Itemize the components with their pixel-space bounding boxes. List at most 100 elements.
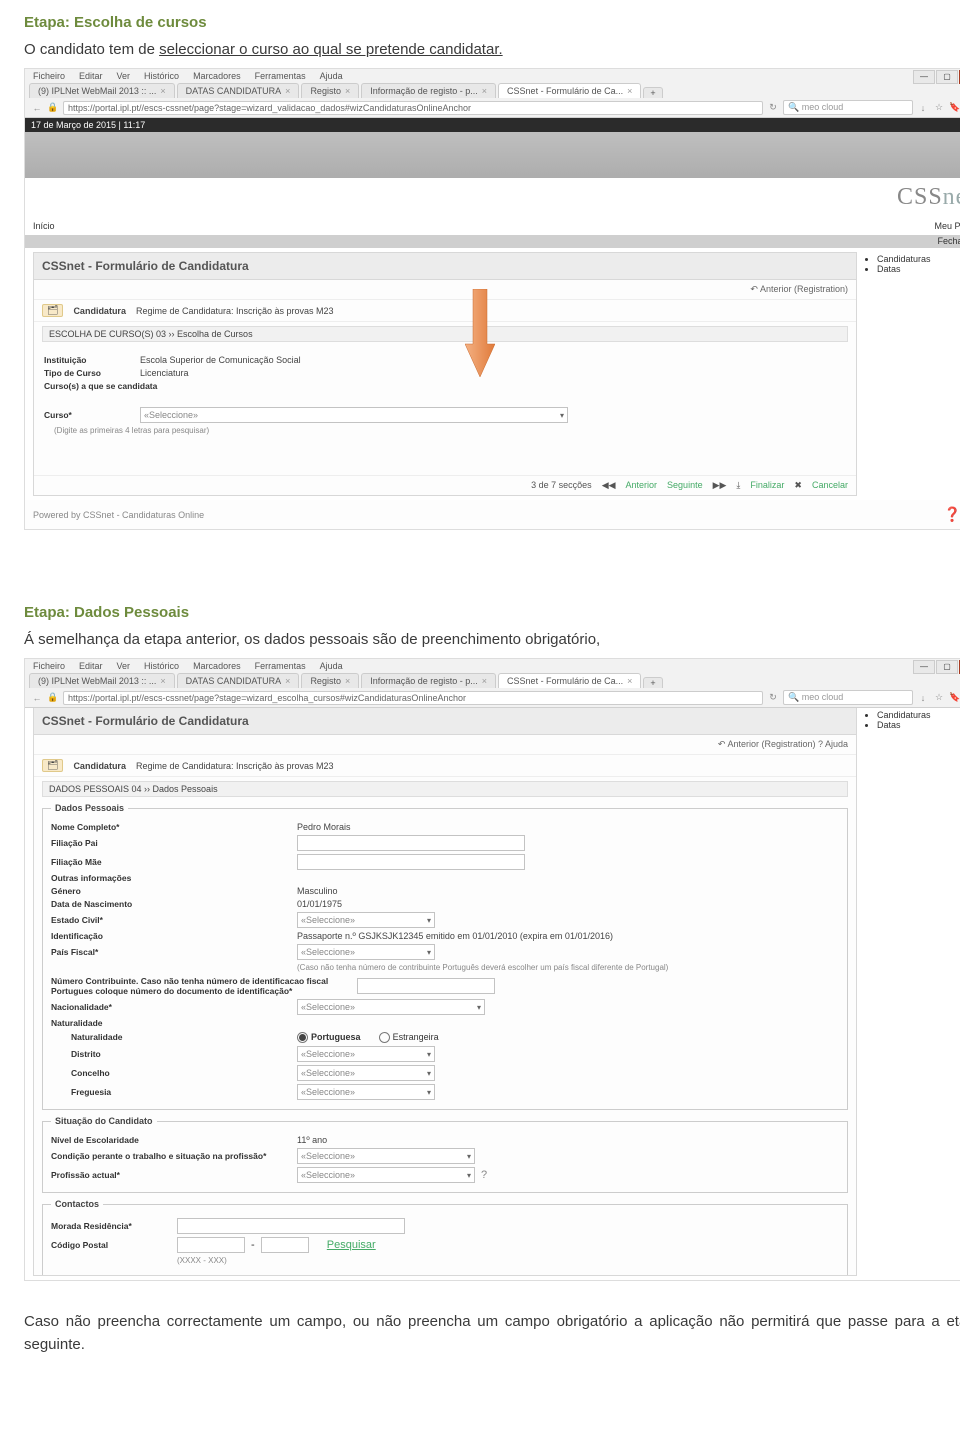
tab-1[interactable]: (9) IPLNet WebMail 2013 :: ...×: [29, 673, 175, 688]
side-candidaturas[interactable]: Candidaturas: [877, 254, 960, 264]
distrito-select[interactable]: «Seleccione»▾: [297, 1046, 435, 1062]
minimize-button[interactable]: —: [913, 660, 935, 674]
menu-ficheiro[interactable]: Ficheiro: [33, 661, 65, 671]
freguesia-select[interactable]: «Seleccione»▾: [297, 1084, 435, 1100]
dl-icon[interactable]: ↓: [917, 103, 929, 113]
mae-input[interactable]: [297, 854, 525, 870]
tab-2[interactable]: DATAS CANDIDATURA×: [177, 673, 300, 688]
tab-5[interactable]: CSSnet - Formulário de Ca...×: [498, 673, 641, 688]
tab-1[interactable]: (9) IPLNet WebMail 2013 :: ...×: [29, 83, 175, 98]
menu-ajuda[interactable]: Ajuda: [320, 71, 343, 81]
reload-icon[interactable]: ↻: [767, 692, 779, 703]
menu-ferramentas[interactable]: Ferramentas: [255, 71, 306, 81]
url-input[interactable]: https://portal.ipl.pt//escs-cssnet/page?…: [63, 101, 763, 115]
breadcrumb-main: Candidatura: [73, 306, 126, 316]
menu-marcadores[interactable]: Marcadores: [193, 661, 241, 671]
tab-4[interactable]: Informação de registo - p...×: [361, 83, 496, 98]
tab-5[interactable]: CSSnet - Formulário de Ca...×: [498, 83, 641, 98]
tab-close-icon[interactable]: ×: [160, 86, 165, 96]
tab-2[interactable]: DATAS CANDIDATURA×: [177, 83, 300, 98]
powered-name: CSSnet - Candidaturas Online: [83, 510, 204, 520]
main-column: CSSnet - Formulário de Candidatura ↶ Ant…: [33, 708, 857, 1276]
star-icon[interactable]: ☆: [933, 102, 945, 113]
anterior-link[interactable]: Anterior (Registration): [760, 284, 848, 294]
instituicao-label: Instituição: [44, 355, 134, 365]
morada-input[interactable]: [177, 1218, 405, 1234]
pfiscal-select[interactable]: «Seleccione»▾: [297, 944, 435, 960]
nav-finalizar[interactable]: Finalizar: [750, 480, 784, 491]
tab-close-icon[interactable]: ×: [482, 676, 487, 686]
menu-editar[interactable]: Editar: [79, 661, 103, 671]
anterior-link[interactable]: Anterior (Registration) ? Ajuda: [727, 739, 848, 749]
pai-input[interactable]: [297, 835, 525, 851]
help-icon[interactable]: ?: [481, 1169, 487, 1181]
back-icon[interactable]: ←: [31, 693, 43, 703]
bookmark-icon[interactable]: 🔖: [949, 692, 960, 703]
help-icon[interactable]: ❓: [944, 506, 960, 522]
side-datas[interactable]: Datas: [877, 264, 960, 274]
prof-select[interactable]: «Seleccione»▾: [297, 1167, 475, 1183]
tab-4[interactable]: Informação de registo - p...×: [361, 673, 496, 688]
tab-close-icon[interactable]: ×: [627, 86, 632, 96]
menu-editar[interactable]: Editar: [79, 71, 103, 81]
tab-close-icon[interactable]: ×: [285, 86, 290, 96]
breadcrumb-regime: Regime de Candidatura: Inscrição às prov…: [136, 761, 334, 771]
concelho-ph: «Seleccione»: [301, 1068, 355, 1078]
nav-seguinte[interactable]: Seguinte: [667, 480, 703, 491]
nav-anterior[interactable]: Anterior: [626, 480, 658, 491]
url-bar: ← 🔒 https://portal.ipl.pt//escs-cssnet/p…: [25, 98, 960, 117]
curso-label: Curso*: [44, 410, 134, 420]
tab-close-icon[interactable]: ×: [160, 676, 165, 686]
pesquisar-link[interactable]: Pesquisar: [327, 1239, 376, 1251]
nav-cancelar[interactable]: Cancelar: [812, 480, 848, 491]
radio-estrangeira[interactable]: Estrangeira: [379, 1032, 439, 1043]
tab-3[interactable]: Registo×: [301, 673, 359, 688]
side-candidaturas[interactable]: Candidaturas: [877, 710, 960, 720]
page-number: 6: [24, 1376, 960, 1393]
tab-new[interactable]: +: [643, 87, 662, 98]
menu-ver[interactable]: Ver: [117, 661, 131, 671]
nif-input[interactable]: [357, 978, 495, 994]
menu-ficheiro[interactable]: Ficheiro: [33, 71, 65, 81]
reload-icon[interactable]: ↻: [767, 102, 779, 113]
menu-ajuda[interactable]: Ajuda: [320, 661, 343, 671]
tab-close-icon[interactable]: ×: [482, 86, 487, 96]
side-datas[interactable]: Datas: [877, 720, 960, 730]
dl-icon[interactable]: ↓: [917, 693, 929, 703]
minimize-button[interactable]: —: [913, 70, 935, 84]
radio-portuguesa[interactable]: Portuguesa: [297, 1032, 361, 1043]
meuperfil-link[interactable]: Meu Perfil: [934, 221, 960, 231]
maximize-button[interactable]: ▢: [936, 660, 958, 674]
tab-close-icon[interactable]: ×: [627, 676, 632, 686]
bookmark-icon[interactable]: 🔖: [949, 102, 960, 113]
search-placeholder: meo cloud: [802, 692, 844, 702]
cp-input-2[interactable]: [261, 1237, 309, 1253]
tab-close-icon[interactable]: ×: [345, 86, 350, 96]
tab-close-icon[interactable]: ×: [285, 676, 290, 686]
intro-text-a: O candidato tem de: [24, 41, 159, 58]
browser-search[interactable]: 🔍 meo cloud: [783, 690, 913, 705]
nif-label: Número Contribuinte. Caso não tenha núme…: [51, 976, 351, 996]
curso-select[interactable]: «Seleccione» ▾: [140, 407, 568, 423]
ecivil-select[interactable]: «Seleccione»▾: [297, 912, 435, 928]
menu-ferramentas[interactable]: Ferramentas: [255, 661, 306, 671]
concelho-select[interactable]: «Seleccione»▾: [297, 1065, 435, 1081]
cond-select[interactable]: «Seleccione»▾: [297, 1148, 475, 1164]
menu-historico[interactable]: Histórico: [144, 71, 179, 81]
tab-3[interactable]: Registo×: [301, 83, 359, 98]
maximize-button[interactable]: ▢: [936, 70, 958, 84]
tab-close-icon[interactable]: ×: [345, 676, 350, 686]
menu-marcadores[interactable]: Marcadores: [193, 71, 241, 81]
fechar-link[interactable]: Fechar: [938, 236, 960, 246]
tab-new[interactable]: +: [643, 677, 662, 688]
cp-input-1[interactable]: [177, 1237, 245, 1253]
section-intro-1: O candidato tem de seleccionar o curso a…: [24, 41, 960, 58]
menu-historico[interactable]: Histórico: [144, 661, 179, 671]
back-icon[interactable]: ←: [31, 103, 43, 113]
url-input[interactable]: https://portal.ipl.pt//escs-cssnet/page?…: [63, 691, 763, 705]
star-icon[interactable]: ☆: [933, 692, 945, 703]
nacionalidade-select[interactable]: «Seleccione»▾: [297, 999, 485, 1015]
inicio-link[interactable]: Início: [33, 221, 55, 231]
menu-ver[interactable]: Ver: [117, 71, 131, 81]
browser-search[interactable]: 🔍 meo cloud: [783, 100, 913, 115]
